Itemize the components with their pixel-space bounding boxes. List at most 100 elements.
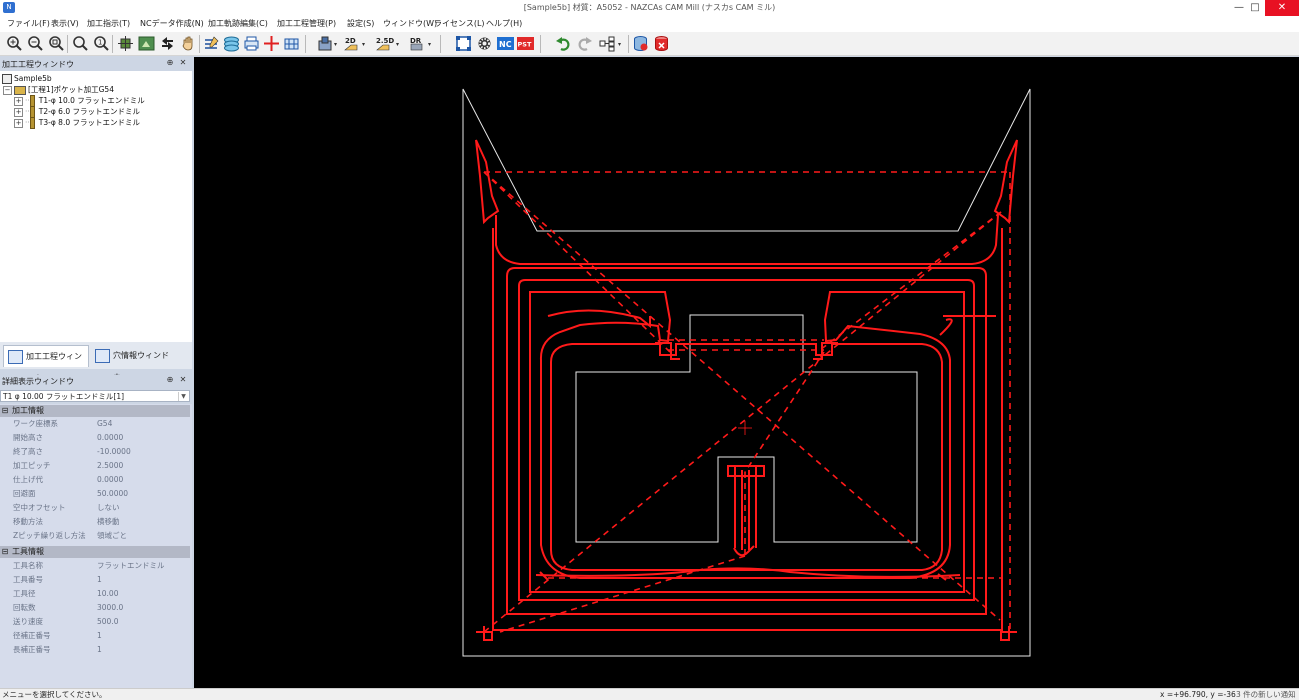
gear-icon[interactable] (476, 35, 493, 52)
menu-machining-instruction[interactable]: 加工指示(T) (87, 16, 130, 32)
property-value: 1 (97, 645, 102, 654)
menu-help[interactable]: ヘルプ(H) (486, 16, 522, 32)
center-pocket-outline (575, 314, 918, 543)
property-row[interactable]: 空中オフセット しない (0, 501, 190, 515)
property-row[interactable]: ワーク座標系 G54 (0, 417, 190, 431)
close-button[interactable]: ✕ (1265, 0, 1299, 16)
property-value: -10.0000 (97, 447, 131, 456)
property-row[interactable]: 移動方法 横移動 (0, 515, 190, 529)
rotate-icon[interactable] (159, 35, 176, 52)
tab-hole-info[interactable]: 穴情報ウィンドウ (91, 345, 171, 382)
tab-process-window[interactable]: 加工工程ウィンドウ (3, 345, 89, 383)
property-key: ワーク座標系 (13, 419, 58, 428)
hand-pan-icon[interactable] (180, 35, 197, 52)
section-tool-info[interactable]: ⊟ 工具情報 (0, 546, 190, 558)
menu-toolpath-edit[interactable]: 加工軌跡編集(C) (208, 16, 268, 32)
detail-target-select[interactable]: T1 φ 10.00 フラットエンドミル[1] ▼ (0, 390, 190, 402)
layers-icon[interactable] (223, 35, 240, 52)
section-title: 工具情報 (12, 547, 44, 556)
zoom-out-icon[interactable] (27, 35, 44, 52)
tree-tool-item[interactable]: + ·· T3-φ 8.0 フラットエンドミル (14, 117, 140, 129)
nc-icon[interactable]: NC (497, 35, 514, 52)
property-row[interactable]: 送り速度 500.0 (0, 615, 190, 629)
tree-tool-item[interactable]: + ·· T1-φ 10.0 フラットエンドミル (14, 95, 145, 107)
expand-icon[interactable]: + (14, 118, 23, 128)
zoom-in-icon[interactable] (6, 35, 23, 52)
zoom-icon[interactable] (72, 35, 89, 52)
expand-icon[interactable]: + (14, 96, 23, 106)
drill-icon[interactable]: DR (408, 35, 434, 52)
collapse-icon[interactable]: ⊟ (0, 546, 10, 558)
zoom-window-icon[interactable] (48, 35, 65, 52)
section-machining-info[interactable]: ⊟ 加工情報 (0, 405, 190, 417)
process-panel-title: 加工工程ウィンドウ (0, 58, 192, 71)
menu-file[interactable]: ファイル(F) (7, 16, 50, 32)
toolpath-drawing[interactable] (194, 57, 1299, 688)
expand-icon[interactable]: + (14, 107, 23, 117)
property-row[interactable]: 径補正番号 1 (0, 629, 190, 643)
property-row[interactable]: 工具径 10.00 (0, 587, 190, 601)
property-row[interactable]: 回避面 50.0000 (0, 487, 190, 501)
2-5d-label: 2.5D (376, 37, 394, 45)
chevron-down-icon[interactable]: ▼ (178, 392, 188, 401)
rapid-move (744, 351, 825, 473)
notification-text: 3 件の新しい通知 (1236, 690, 1296, 699)
property-row[interactable]: 加工ピッチ 2.5000 (0, 459, 190, 473)
cam-viewport[interactable] (194, 57, 1299, 688)
property-row[interactable]: 終了高さ -10.0000 (0, 445, 190, 459)
edit-path-icon[interactable] (203, 35, 220, 52)
frame-icon[interactable] (455, 35, 472, 52)
tree-process-item[interactable]: − [工程1]ポケット加工G54 (3, 84, 114, 95)
tree-tool-item[interactable]: + ·· T2-φ 6.0 フラットエンドミル (14, 106, 140, 118)
property-row[interactable]: 開始高さ 0.0000 (0, 431, 190, 445)
zoom-all-icon[interactable]: 1 (93, 35, 110, 52)
property-value: しない (97, 503, 120, 512)
detail-panel-close-icon[interactable]: ✕ (178, 375, 188, 384)
collapse-icon[interactable]: ⊟ (0, 405, 10, 417)
collapse-icon[interactable]: − (3, 85, 12, 95)
tree-root[interactable]: Sample5b (2, 73, 52, 84)
toolbar-separator (67, 35, 68, 53)
menu-nc-data[interactable]: NCデータ作成(N) (140, 16, 204, 32)
toolpath-pass (1000, 626, 1017, 641)
property-value: 0.0000 (97, 433, 124, 442)
origin-icon[interactable] (263, 35, 280, 52)
print-icon[interactable] (243, 35, 260, 52)
tree-icon[interactable] (599, 35, 625, 52)
toolpath-pass (939, 318, 953, 336)
detail-panel-pin-icon[interactable]: ⊕ (165, 375, 175, 384)
tree-tool-label: T1-φ 10.0 フラットエンドミル (38, 96, 145, 105)
delete-icon[interactable] (653, 35, 670, 52)
property-row[interactable]: 工具番号 1 (0, 573, 190, 587)
property-key: 移動方法 (13, 517, 43, 526)
redo-icon[interactable] (576, 35, 593, 52)
pst-icon[interactable]: PST (517, 35, 534, 52)
toolpath-pass (733, 545, 755, 557)
process-panel-close-icon[interactable]: ✕ (178, 58, 188, 67)
pan-cross-icon[interactable] (117, 35, 134, 52)
menu-license[interactable]: ライセンス(L) (434, 16, 485, 32)
process-panel-pin-icon[interactable]: ⊕ (165, 58, 175, 67)
property-value: フラットエンドミル (97, 561, 165, 570)
menu-view[interactable]: 表示(V) (51, 16, 79, 32)
tree-tool-label: T3-φ 8.0 フラットエンドミル (38, 118, 140, 127)
2-5d-icon[interactable]: 2.5D (375, 35, 403, 52)
menu-process-manage[interactable]: 加工工程管理(P) (277, 16, 336, 32)
property-row[interactable]: 仕上げ代 0.0000 (0, 473, 190, 487)
toolpath-pass (506, 267, 987, 615)
menu-settings[interactable]: 設定(S) (347, 16, 374, 32)
grid-icon[interactable] (283, 35, 300, 52)
property-row[interactable]: 工具名称 フラットエンドミル (0, 559, 190, 573)
2d-contour-icon[interactable]: 2D (343, 35, 369, 52)
undo-icon[interactable] (555, 35, 572, 52)
fit-view-icon[interactable] (138, 35, 155, 52)
property-row[interactable]: 長補正番号 1 (0, 643, 190, 657)
property-row[interactable]: 回転数 3000.0 (0, 601, 190, 615)
property-value: 0.0000 (97, 475, 124, 484)
toolbar-separator (305, 35, 306, 53)
pocket-icon[interactable] (316, 35, 340, 52)
save-icon[interactable] (632, 35, 649, 52)
property-row[interactable]: Zピッチ繰り返し方法 領域ごと (0, 529, 190, 543)
toolpath-pass (476, 626, 493, 641)
menu-window[interactable]: ウィンドウ(W) (383, 16, 437, 32)
